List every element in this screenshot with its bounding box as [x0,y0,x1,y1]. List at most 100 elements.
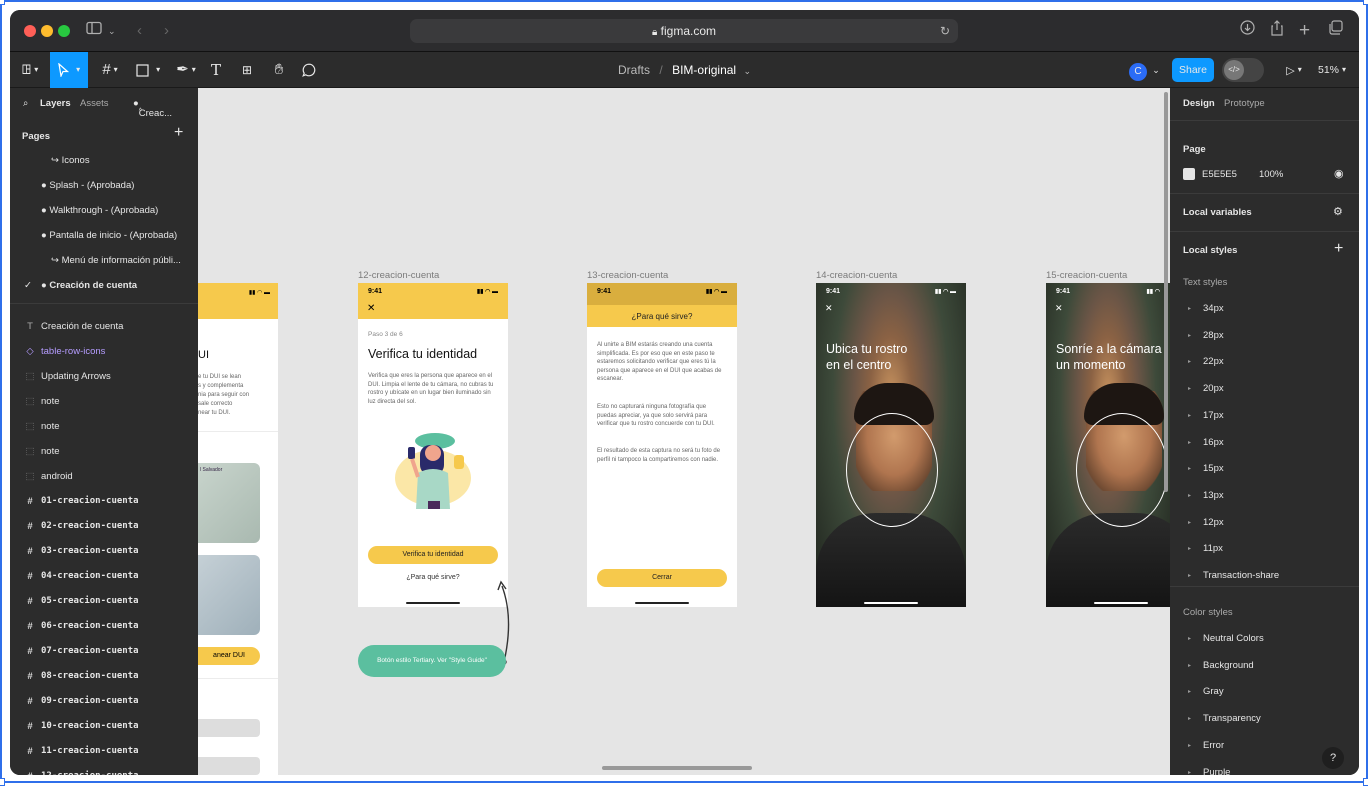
page-color-hex[interactable]: E5E5E5 [1202,169,1237,180]
layer-row[interactable]: #11-creacion-cuenta [10,739,198,764]
expand-triangle-icon[interactable]: ▸ [1188,519,1191,526]
style-item[interactable]: 28px [1203,330,1224,341]
user-avatar[interactable]: C [1128,52,1148,88]
style-item[interactable]: Transaction-share [1203,570,1279,581]
style-item[interactable]: Error [1203,740,1224,751]
share-button[interactable]: Share [1172,58,1214,82]
sidebar-toggle-icon[interactable] [86,20,102,42]
expand-triangle-icon[interactable]: ▸ [1188,715,1191,722]
search-icon[interactable]: ⌕ [23,98,28,109]
style-item[interactable]: 12px [1203,517,1224,528]
layer-row[interactable]: #07-creacion-cuenta [10,639,198,664]
expand-triangle-icon[interactable]: ▸ [1188,662,1191,669]
expand-triangle-icon[interactable]: ▸ [1188,572,1191,579]
expand-triangle-icon[interactable]: ▸ [1188,465,1191,472]
layer-row[interactable]: #01-creacion-cuenta [10,489,198,514]
local-variables-label[interactable]: Local variables [1183,207,1252,218]
expand-triangle-icon[interactable]: ▸ [1188,332,1191,339]
page-item[interactable]: ● Pantalla de inicio - (Aprobada) [10,223,198,248]
resources-button[interactable]: ⊞ [236,52,258,88]
layer-row[interactable]: ⬚ note [10,414,198,439]
variables-settings-icon[interactable]: ⚙︎ [1333,205,1343,218]
frame-13-creacion-cuenta[interactable]: 9:41 ▮▮ ◠ ▬ ¿Para qué sirve? Al unirte a … [587,283,737,607]
frame-label[interactable]: 12-creacion-cuenta [358,270,439,281]
layer-row[interactable]: #08-creacion-cuenta [10,664,198,689]
move-tool-button[interactable]: ▾ [50,52,88,88]
layer-row[interactable]: ⬚ note [10,389,198,414]
scan-dui-button[interactable]: anear DUI [198,647,260,665]
new-tab-icon[interactable]: + [1299,20,1310,42]
style-item[interactable]: 17px [1203,410,1224,421]
design-canvas[interactable]: ▮▮ ◠ ▬ UI e tu DUI se lean s y complement… [198,88,1170,775]
style-item[interactable]: Transparency [1203,713,1261,724]
layer-row[interactable]: #05-creacion-cuenta [10,589,198,614]
page-item[interactable]: ● Splash - (Aprobada) [10,173,198,198]
tab-design[interactable]: Design [1183,98,1215,109]
style-item[interactable]: 15px [1203,463,1224,474]
close-icon[interactable]: ✕ [367,303,375,314]
expand-triangle-icon[interactable]: ▸ [1188,769,1191,776]
hand-tool-button[interactable]: ✋︎ [268,52,290,88]
close-window-button[interactable] [24,25,36,37]
reload-icon[interactable]: ↻ [940,19,950,43]
close-icon[interactable]: ✕ [825,303,833,314]
expand-triangle-icon[interactable]: ▸ [1188,492,1191,499]
file-name[interactable]: BIM-original [672,63,736,77]
style-item[interactable]: Neutral Colors [1203,633,1264,644]
layer-row[interactable]: ⬚ note [10,439,198,464]
expand-triangle-icon[interactable]: ▸ [1188,635,1191,642]
breadcrumb-drafts[interactable]: Drafts [618,63,650,77]
help-button[interactable]: ? [1322,747,1344,769]
zoom-window-button[interactable] [58,25,70,37]
page-item[interactable]: ↪ Iconos [10,148,198,173]
page-color-swatch[interactable] [1183,168,1195,180]
frame-label[interactable]: 15-creacion-cuenta [1046,270,1127,281]
expand-triangle-icon[interactable]: ▸ [1188,688,1191,695]
main-menu-button[interactable]: ꖸ ▾ [14,52,46,88]
page-item[interactable]: ✓ ● Creación de cuenta [10,273,198,298]
style-item[interactable]: Purple [1203,767,1230,776]
layer-row[interactable]: ◇ table-row-icons [10,339,198,364]
frame-14-creacion-cuenta[interactable]: 9:41 ▮▮ ◠ ▬ ✕ Ubica tu rostro en el centro [816,283,966,607]
page-item[interactable]: ● Walkthrough - (Aprobada) [10,198,198,223]
add-style-icon[interactable]: + [1334,240,1343,258]
style-item[interactable]: 22px [1203,356,1224,367]
expand-triangle-icon[interactable]: ▸ [1188,439,1191,446]
page-dropdown[interactable]: ● Creac... ^ [133,98,172,119]
verify-identity-button[interactable]: Verifica tu identidad [368,546,498,564]
close-icon[interactable]: ✕ [1055,303,1063,314]
style-item[interactable]: 13px [1203,490,1224,501]
frame-15-creacion-cuenta[interactable]: 9:41 ▮▮ ◠ ✕ Sonríe a la cámara un momento [1046,283,1170,607]
page-item[interactable]: ↪ Menú de información públi... [10,248,198,273]
page-color-opacity[interactable]: 100% [1259,169,1283,180]
text-tool-button[interactable]: T [206,52,226,88]
style-item[interactable]: Background [1203,660,1254,671]
what-for-link[interactable]: ¿Para qué sirve? [358,574,508,581]
vertical-scrollbar[interactable] [1164,92,1168,492]
layer-row[interactable]: #06-creacion-cuenta [10,614,198,639]
layer-row[interactable]: #09-creacion-cuenta [10,689,198,714]
chevron-down-icon[interactable]: ⌄ [743,66,751,76]
present-button[interactable]: ▷ ▾ [1282,52,1306,88]
chevron-down-icon[interactable]: ⌄ [108,20,116,42]
back-arrow-icon[interactable]: ‹ [137,20,142,42]
style-item[interactable]: Gray [1203,686,1224,697]
horizontal-scrollbar[interactable] [602,766,752,770]
layer-row[interactable]: ⬚ Updating Arrows [10,364,198,389]
frame-12-creacion-cuenta[interactable]: 9:41 ▮▮ ◠ ▬ ✕ Paso 3 de 6 Verifica tu ide… [358,283,508,607]
address-bar[interactable]: 🔒︎ figma.com ↻ [410,19,958,43]
tab-overview-icon[interactable] [1328,20,1343,42]
expand-triangle-icon[interactable]: ▸ [1188,358,1191,365]
partial-frame[interactable]: ▮▮ ◠ ▬ UI e tu DUI se lean s y complement… [198,283,278,775]
tab-prototype[interactable]: Prototype [1224,98,1265,109]
layer-row[interactable]: #03-creacion-cuenta [10,539,198,564]
expand-triangle-icon[interactable]: ▸ [1188,385,1191,392]
zoom-dropdown[interactable]: 51% ▾ [1314,52,1350,88]
chevron-down-icon[interactable]: ⌄ [1150,52,1162,88]
expand-triangle-icon[interactable]: ▸ [1188,742,1191,749]
expand-triangle-icon[interactable]: ▸ [1188,412,1191,419]
layer-row[interactable]: ⬚ android [10,464,198,489]
shape-tool-button[interactable]: ▾ [132,52,164,88]
layer-row[interactable]: T Creación de cuenta [10,314,198,339]
forward-arrow-icon[interactable]: › [164,20,169,42]
